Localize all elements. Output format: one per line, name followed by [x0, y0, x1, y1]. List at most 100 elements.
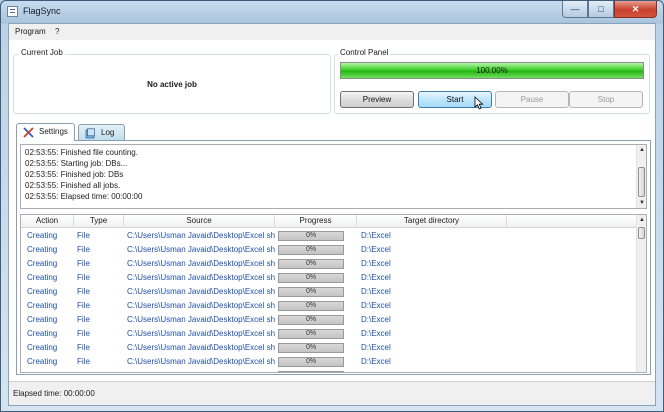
- tab-log[interactable]: Log: [78, 124, 125, 141]
- row-progress-text: 0%: [305, 344, 317, 351]
- table-row[interactable]: Creating File C:\Users\Usman Javaid\Deskto…: [21, 229, 637, 243]
- cell-action: Creating: [27, 259, 58, 268]
- cell-source: C:\Users\Usman Javaid\Desktop\Excel sh: [127, 343, 276, 352]
- menu-bar: Program ?: [9, 24, 655, 40]
- cell-target: D:\Excel: [361, 245, 391, 254]
- current-job-label: Current Job: [19, 48, 65, 57]
- status-bar: Elapsed time: 00:00:00: [9, 381, 655, 405]
- table-row[interactable]: CreatingFileC:\Users\Usman Javaid\Deskto…: [21, 355, 637, 369]
- cell-source: C:\Users\Usman Javaid\Desktop\Excel sh: [127, 231, 276, 240]
- row-progress-text: 0%: [305, 288, 317, 295]
- table-row[interactable]: Creating File C:\Users\Usman Javaid\Deskto…: [21, 299, 637, 313]
- table-row[interactable]: Creating File C:\Users\Usman Javaid\Deskto…: [21, 271, 637, 285]
- grid-scrollbar[interactable]: ▲: [636, 215, 646, 372]
- table-row[interactable]: CreatingFileC:\Users\Usman Javaid\Deskto…: [21, 257, 637, 271]
- cell-action: Creating: [27, 357, 58, 366]
- row-progress-bar: 0%: [278, 245, 344, 255]
- overall-progress-text: 100.00%: [476, 66, 508, 75]
- cell-type: File: [77, 259, 90, 268]
- preview-button[interactable]: Preview: [340, 91, 414, 108]
- log-line: 02:53:55: Starting job: DBs...: [25, 159, 128, 168]
- window-title: FlagSync: [23, 6, 61, 16]
- row-progress-text: 0%: [305, 302, 317, 309]
- minimize-button[interactable]: —: [562, 1, 588, 18]
- cell-source: C:\Users\Usman Javaid\Desktop\Excel sh: [127, 315, 276, 324]
- row-progress-bar: 0%: [278, 329, 344, 339]
- cell-target: D:\Excel: [361, 259, 391, 268]
- table-row[interactable]: CreatingFileC:\Users\Usman Javaid\Deskto…: [21, 327, 637, 341]
- row-progress-text: 0%: [305, 246, 317, 253]
- tab-settings[interactable]: Settings: [16, 123, 75, 141]
- app-window: FlagSync — □ ✕ Program ? Current Job No …: [0, 0, 664, 412]
- scroll-up-icon[interactable]: ▲: [637, 215, 646, 225]
- maximize-button[interactable]: □: [588, 1, 614, 18]
- grid-scroll-thumb[interactable]: [638, 227, 645, 239]
- cell-target: D:\Excel: [361, 329, 391, 338]
- stop-button[interactable]: Stop: [569, 91, 643, 108]
- cell-type: File: [77, 301, 90, 310]
- control-panel-label: Control Panel: [338, 48, 391, 57]
- cell-action: Creating: [27, 287, 58, 296]
- cell-action: Creating: [27, 315, 58, 324]
- row-progress-text: 0%: [305, 232, 317, 239]
- cell-target: D:\Excel: [361, 231, 391, 240]
- app-icon: [7, 6, 18, 17]
- cell-action: Creating: [27, 329, 58, 338]
- cell-type: File: [77, 273, 90, 282]
- title-bar[interactable]: FlagSync — □ ✕: [1, 1, 663, 23]
- tab-settings-label: Settings: [39, 127, 68, 136]
- log-output[interactable]: 02:53:55: Finished file counting. 02:53:…: [20, 144, 647, 209]
- pause-button[interactable]: Pause: [495, 91, 569, 108]
- log-scroll-thumb[interactable]: [638, 167, 645, 197]
- cell-type: File: [77, 287, 90, 296]
- row-progress-bar: 0%: [278, 301, 344, 311]
- row-progress-text: 0%: [305, 358, 317, 365]
- row-progress-text: 0%: [305, 330, 317, 337]
- cell-source: C:\Users\Usman Javaid\Desktop\Excel sh: [127, 357, 276, 366]
- row-progress-text: 0%: [279, 372, 343, 373]
- row-progress-text: 0%: [305, 260, 317, 267]
- menu-help[interactable]: ?: [55, 27, 59, 36]
- cell-target: D:\Excel: [361, 315, 391, 324]
- cell-type: File: [77, 315, 90, 324]
- row-progress-text: 0%: [305, 274, 317, 281]
- row-progress-bar: 0%: [278, 357, 344, 367]
- cell-action: Creating: [27, 231, 58, 240]
- close-button[interactable]: ✕: [614, 1, 657, 18]
- scroll-down-icon[interactable]: ▼: [637, 198, 646, 208]
- mouse-pointer-icon: [474, 96, 484, 110]
- cell-type: File: [77, 343, 90, 352]
- cell-type: File: [77, 231, 90, 240]
- log-line: 02:53:55: Finished all jobs.: [25, 181, 121, 190]
- row-progress-bar: 0%: [278, 273, 344, 283]
- grid-header: Action Type Source Progress Target direc…: [21, 215, 637, 228]
- cell-source: C:\Users\Usman Javaid\Desktop\Excel sh: [127, 369, 277, 372]
- scroll-up-icon[interactable]: ▲: [637, 145, 646, 155]
- column-header-type[interactable]: Type: [74, 215, 124, 228]
- column-header-action[interactable]: Action: [21, 215, 74, 228]
- current-job-status: No active job: [147, 80, 197, 89]
- table-row[interactable]: CreatingFileC:\Users\Usman Javaid\Deskto…: [21, 285, 637, 299]
- cell-target: D:\Excel: [361, 343, 391, 352]
- cell-action: Creating: [27, 301, 58, 310]
- cell-target: D:\Excel: [361, 357, 391, 366]
- table-row[interactable]: CreatingFileC:\Users\Usman Javaid\Deskto…: [21, 369, 637, 373]
- log-scrollbar[interactable]: ▲ ▼: [636, 145, 646, 208]
- row-progress-bar: 0%: [278, 343, 344, 353]
- table-row[interactable]: CreatingFileC:\Users\Usman Javaid\Deskto…: [21, 341, 637, 355]
- column-header-source[interactable]: Source: [124, 215, 275, 228]
- elapsed-time-status: Elapsed time: 00:00:00: [13, 389, 95, 398]
- client-area: Program ? Current Job No active job Cont…: [8, 23, 656, 406]
- cell-source: C:\Users\Usman Javaid\Desktop\Excel sh: [127, 273, 276, 282]
- column-header-progress[interactable]: Progress: [275, 215, 357, 228]
- table-row[interactable]: Creating File C:\Users\Usman Javaid\Deskto…: [21, 313, 637, 327]
- row-progress-bar: 0%: [278, 231, 344, 241]
- tab-log-label: Log: [101, 128, 115, 137]
- table-row[interactable]: CreatingFileC:\Users\Usman Javaid\Deskto…: [21, 243, 637, 257]
- column-header-target[interactable]: Target directory: [357, 215, 507, 228]
- log-line: 02:53:55: Finished job: DBs: [25, 170, 124, 179]
- menu-program[interactable]: Program: [15, 27, 46, 36]
- cell-action: Creating: [27, 273, 58, 282]
- cell-source: C:\Users\Usman Javaid\Desktop\Excel sh: [127, 301, 276, 310]
- overall-progress-bar: 100.00%: [340, 62, 644, 79]
